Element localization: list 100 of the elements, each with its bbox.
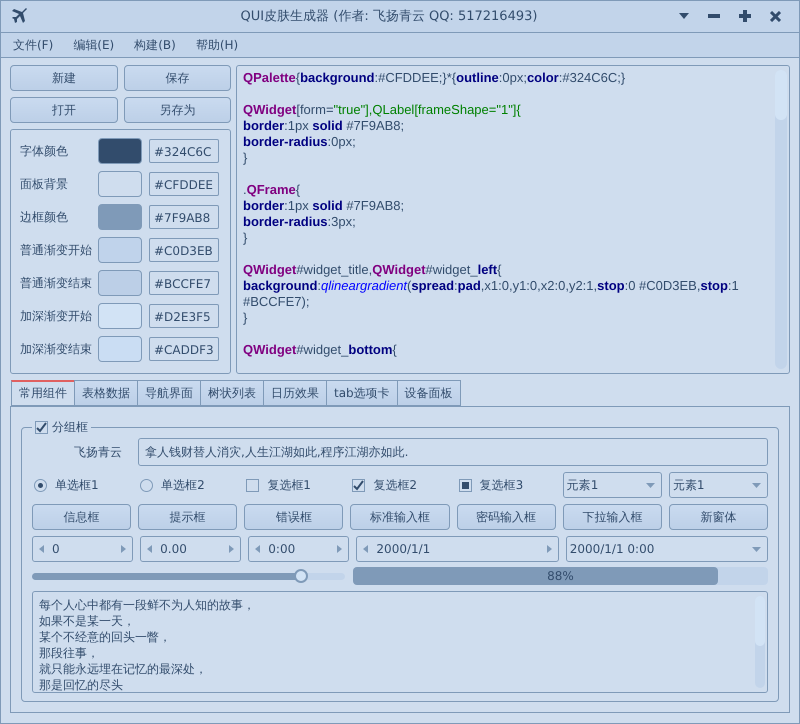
action-button[interactable]: 新窗体 <box>668 504 768 530</box>
color-swatch[interactable] <box>98 171 142 198</box>
dropdown-caret-icon[interactable] <box>679 13 689 20</box>
spin-box[interactable]: 0.00 <box>140 536 242 562</box>
tab[interactable]: tab选项卡 <box>326 380 397 406</box>
right-arrow-icon[interactable] <box>121 545 126 553</box>
code-line: border-radius:0px; <box>243 134 357 150</box>
action-button[interactable]: 错误框 <box>244 504 344 530</box>
text-area[interactable]: 每个人心中都有一段鲜不为人知的故事， 如果不是某一天， 某个不经意的回头一瞥， 那段往事， 就只能永远埋在记忆的最深处， 那是回忆的尽头 <box>32 591 768 693</box>
tab[interactable]: 树状列表 <box>200 380 263 406</box>
checkbox[interactable] <box>352 478 366 492</box>
toolbar-button[interactable]: 另存为 <box>124 97 231 124</box>
close-icon[interactable] <box>770 10 781 22</box>
code-line: } <box>243 150 248 166</box>
text-line: 那段往事， <box>39 645 100 661</box>
hex-field[interactable]: #D2E3F5 <box>149 304 219 328</box>
code-line: background:qlineargradient(spread:pad,x1:0,y1:0,x2:0,y2:1,stop:0 #C0D3EB,stop:1 #BCCFE7); <box>243 278 740 310</box>
color-label: 加深渐变结束 <box>20 340 93 358</box>
datetime-dropdown[interactable]: 2000/1/1 0:00 <box>566 536 768 562</box>
caret-icon <box>752 546 761 552</box>
left-arrow-icon[interactable] <box>255 545 260 553</box>
progress-text: 88% <box>546 568 575 585</box>
checkbox[interactable] <box>246 478 260 492</box>
action-button[interactable]: 标准输入框 <box>350 504 450 530</box>
right-arrow-icon[interactable] <box>337 545 342 553</box>
toolbar-button[interactable]: 打开 <box>10 97 118 124</box>
left-arrow-icon[interactable] <box>39 545 44 553</box>
hex-field[interactable]: #CADDF3 <box>149 337 219 362</box>
option-label: 单选框2 <box>161 476 205 494</box>
option-label: 复选框1 <box>267 476 311 494</box>
action-button[interactable]: 下拉输入框 <box>562 504 662 530</box>
code-editor[interactable] <box>236 65 790 374</box>
color-swatch[interactable] <box>98 270 142 296</box>
color-label: 加深渐变开始 <box>20 308 93 325</box>
toolbar-button[interactable]: 保存 <box>124 65 231 92</box>
tab[interactable]: 设备面板 <box>396 380 461 406</box>
color-label: 面板背景 <box>20 176 69 193</box>
checkbox[interactable] <box>458 478 472 492</box>
caret-icon <box>646 482 655 488</box>
hex-field[interactable]: #CFDDEE <box>149 172 219 196</box>
tab[interactable]: 日历效果 <box>263 380 326 406</box>
text-line: 每个人心中都有一段鲜不为人知的故事， <box>39 597 256 613</box>
option-label: 复选框3 <box>480 476 524 494</box>
code-line: QWidget#widget_bottom{ <box>243 342 398 358</box>
code-line: border:1px solid #7F9AB8; <box>243 198 406 214</box>
action-button[interactable]: 提示框 <box>138 504 238 530</box>
color-swatch[interactable] <box>98 138 142 164</box>
text-line: 那是回忆的尽头 <box>39 677 124 692</box>
spin-box[interactable]: 0 <box>32 536 134 562</box>
code-line: border-radius:3px; <box>243 214 357 230</box>
toolbar-button[interactable]: 新建 <box>10 65 118 92</box>
group-title: 分组框 <box>52 419 88 436</box>
menu-item[interactable]: 文件(F) <box>7 36 60 54</box>
radio-button[interactable] <box>34 478 47 492</box>
dropdown[interactable]: 元素1 <box>668 472 768 498</box>
radio-button[interactable] <box>140 478 154 492</box>
maximize-icon[interactable] <box>739 10 751 22</box>
code-line: } <box>243 230 248 246</box>
menu-item[interactable]: 帮助(H) <box>190 36 244 54</box>
color-label: 边框颜色 <box>20 208 69 226</box>
spin-box[interactable]: 0:00 <box>248 536 350 562</box>
left-arrow-icon[interactable] <box>147 545 152 553</box>
color-swatch[interactable] <box>98 237 142 264</box>
color-label: 字体颜色 <box>20 142 69 160</box>
code-line: QWidget#widget_title,QWidget#widget_left{ <box>243 262 502 278</box>
right-arrow-icon[interactable] <box>546 545 552 553</box>
color-label: 普通渐变结束 <box>20 274 93 292</box>
text-line: 就只能永远埋在记忆的最深处， <box>39 661 208 677</box>
option-label: 复选框2 <box>373 476 418 494</box>
text-line: 某个不经意的回头一瞥， <box>39 629 172 645</box>
hex-field[interactable]: #C0D3EB <box>149 238 219 262</box>
action-button[interactable]: 信息框 <box>32 504 132 530</box>
tab[interactable]: 表格数据 <box>74 380 137 406</box>
code-line: QPalette{background:#CFDDEE;}*{outline:0px;color:#324C6C;} <box>243 70 626 86</box>
code-line: .QFrame{ <box>243 182 302 198</box>
window-title: QUI皮肤生成器 (作者: 飞扬青云 QQ: 517216493) <box>240 8 538 26</box>
left-arrow-icon[interactable] <box>363 545 368 553</box>
code-line: QWidget[form="true"],QLabel[frameShape="1"]{ <box>243 102 522 118</box>
spin-box[interactable]: 2000/1/1 <box>356 536 559 562</box>
color-swatch[interactable] <box>98 204 142 230</box>
checkbox[interactable] <box>35 421 48 434</box>
tab[interactable]: 常用组件 <box>11 380 74 406</box>
dropdown[interactable]: 元素1 <box>562 472 662 498</box>
color-label: 普通渐变开始 <box>20 242 93 259</box>
action-button[interactable]: 密码输入框 <box>456 504 556 530</box>
right-arrow-icon[interactable] <box>229 545 234 553</box>
hex-field[interactable]: #324C6C <box>149 139 219 164</box>
menu-item[interactable]: 编辑(E) <box>67 36 120 54</box>
text-field[interactable]: 拿人钱财替人消灾,人生江湖如此,程序江湖亦如此. <box>138 438 768 466</box>
hex-field[interactable]: #BCCFE7 <box>149 271 219 296</box>
color-swatch[interactable] <box>98 303 142 330</box>
code-line: } <box>243 310 248 326</box>
menu-item[interactable]: 构建(B) <box>128 36 182 54</box>
code-line: border:1px solid #7F9AB8; <box>243 118 406 134</box>
hex-field[interactable]: #7F9AB8 <box>149 205 219 230</box>
tab[interactable]: 导航界面 <box>137 380 200 406</box>
airplane-icon <box>11 7 29 26</box>
text-line: 如果不是某一天， <box>39 613 136 629</box>
color-swatch[interactable] <box>98 336 142 362</box>
minimize-icon[interactable] <box>708 14 720 18</box>
